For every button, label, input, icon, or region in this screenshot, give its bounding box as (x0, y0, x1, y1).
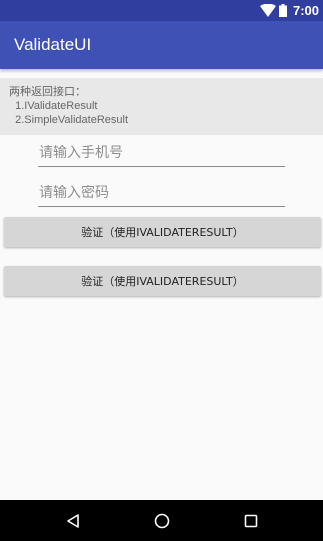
app-bar: ValidateUI (0, 21, 323, 69)
status-time: 7:00 (292, 3, 319, 18)
password-input[interactable] (39, 184, 285, 201)
validate-button-2[interactable]: 验证（使用IVALIDATERESULT） (4, 266, 321, 296)
back-icon (66, 513, 79, 528)
recents-button[interactable] (239, 509, 263, 533)
battery-icon (278, 4, 287, 17)
info-line: 2.SimpleValidateResult (9, 114, 129, 126)
app-title: ValidateUI (14, 35, 92, 54)
wifi-icon (259, 4, 276, 17)
recents-icon (244, 514, 257, 527)
status-bar: 7:00 (0, 0, 323, 21)
info-box: 两种返回接口： 1.IValidateResult 2.SimpleValida… (0, 78, 323, 135)
validate-button-1[interactable]: 验证（使用IVALIDATERESULT） (4, 217, 321, 247)
back-button[interactable] (61, 509, 85, 533)
home-button[interactable] (150, 509, 174, 533)
password-field-container (38, 179, 285, 207)
phone-input[interactable] (39, 144, 285, 161)
home-icon (154, 513, 169, 528)
phone-field-container (38, 139, 285, 167)
info-line: 1.IValidateResult (9, 100, 98, 112)
navigation-bar (0, 500, 323, 541)
info-line: 两种返回接口： (9, 86, 86, 98)
